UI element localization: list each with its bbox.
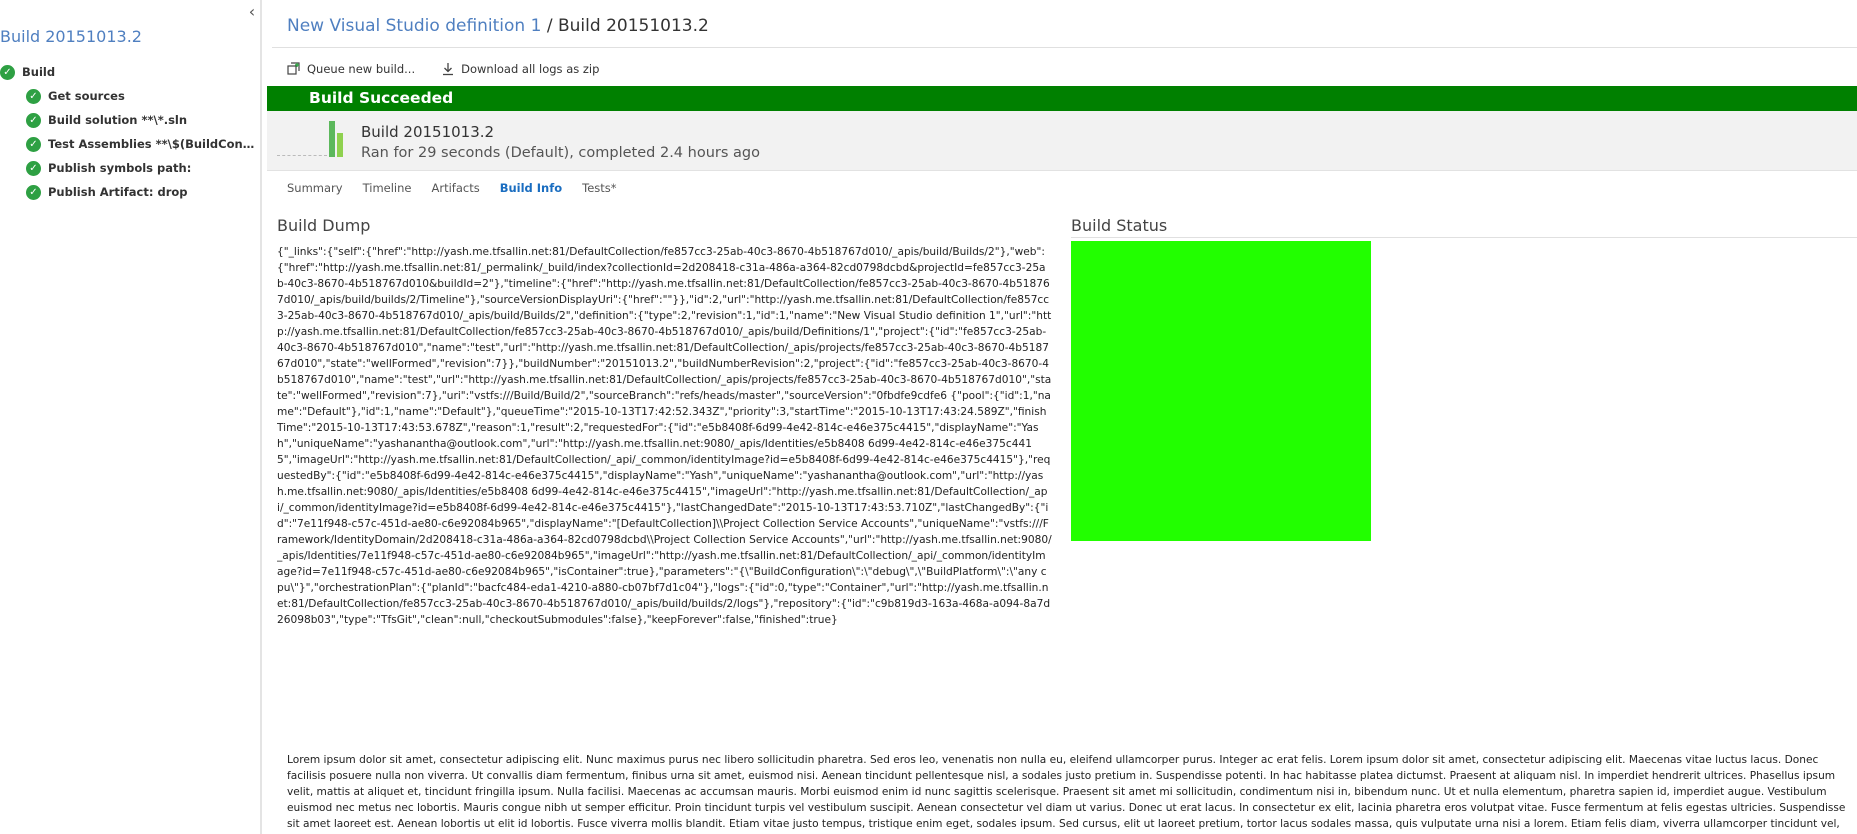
tree-item-step[interactable]: ✓ Publish symbols path: xyxy=(0,156,260,180)
success-check-icon: ✓ xyxy=(26,184,41,200)
build-duration-bars-icon xyxy=(327,121,347,157)
breadcrumb-separator: / xyxy=(541,16,558,36)
tab-build-info[interactable]: Build Info xyxy=(500,181,562,195)
tab-summary[interactable]: Summary xyxy=(287,181,343,195)
toolbar: Queue new build... Download all logs as … xyxy=(287,60,625,78)
tab-tests[interactable]: Tests* xyxy=(582,181,616,195)
success-check-icon: ✓ xyxy=(26,136,41,152)
main-content: New Visual Studio definition 1 / Build 2… xyxy=(264,0,1857,834)
section-divider xyxy=(1071,237,1857,238)
build-dump-json: {"_links":{"self":{"href":"http://yash.m… xyxy=(277,246,1052,626)
queue-new-build-label: Queue new build... xyxy=(307,62,416,76)
build-steps-panel: ‹ Build 20151013.2 ✓ Build ✓ Get sources… xyxy=(0,0,262,834)
tree-item-step[interactable]: ✓ Test Assemblies **\$(BuildConfigur... xyxy=(0,132,260,156)
success-check-icon: ✓ xyxy=(26,88,41,104)
download-icon xyxy=(441,62,455,76)
header-divider xyxy=(272,47,1857,48)
tree-item-step[interactable]: ✓ Get sources xyxy=(0,84,260,108)
queue-new-build-button[interactable]: Queue new build... xyxy=(287,62,415,76)
download-logs-button[interactable]: Download all logs as zip xyxy=(441,62,599,76)
build-summary: Build 20151013.2 Ran for 29 seconds (Def… xyxy=(267,111,1857,171)
build-step-tree: ✓ Build ✓ Get sources ✓ Build solution *… xyxy=(0,60,260,204)
success-check-icon: ✓ xyxy=(0,64,15,80)
collapse-panel-icon[interactable]: ‹ xyxy=(244,2,260,22)
build-status-bar: Build Succeeded xyxy=(267,86,1857,111)
tree-item-label: Publish Artifact: drop xyxy=(48,185,188,199)
tab-artifacts[interactable]: Artifacts xyxy=(431,181,479,195)
queue-build-icon xyxy=(287,62,301,76)
lorem-paragraph: Lorem ipsum dolor sit amet, consectetur … xyxy=(287,754,1846,830)
timeline-dash xyxy=(277,155,327,156)
tab-timeline[interactable]: Timeline xyxy=(363,181,412,195)
summary-build-number: Build 20151013.2 xyxy=(361,123,495,141)
download-logs-label: Download all logs as zip xyxy=(461,62,600,76)
tree-item-label: Build xyxy=(22,65,56,79)
build-tabs: Summary Timeline Artifacts Build Info Te… xyxy=(287,181,637,195)
success-check-icon: ✓ xyxy=(26,112,41,128)
tree-item-label: Get sources xyxy=(48,89,125,103)
breadcrumb-definition-link[interactable]: New Visual Studio definition 1 xyxy=(287,16,541,36)
breadcrumb: New Visual Studio definition 1 / Build 2… xyxy=(287,16,709,36)
tree-item-label: Test Assemblies **\$(BuildConfigur... xyxy=(48,137,260,151)
build-status-title: Build Status xyxy=(1071,216,1168,235)
success-check-icon: ✓ xyxy=(26,160,41,176)
tree-item-label: Publish symbols path: xyxy=(48,161,192,175)
build-dump-title: Build Dump xyxy=(277,216,371,235)
build-status-text: Build Succeeded xyxy=(309,89,454,107)
tree-item-label: Build solution **\*.sln xyxy=(48,113,188,127)
breadcrumb-build: Build 20151013.2 xyxy=(557,16,709,36)
build-title[interactable]: Build 20151013.2 xyxy=(0,27,142,46)
tree-item-step[interactable]: ✓ Build solution **\*.sln xyxy=(0,108,260,132)
build-status-indicator xyxy=(1071,241,1371,541)
summary-run-details: Ran for 29 seconds (Default), completed … xyxy=(361,145,760,161)
tree-item-step[interactable]: ✓ Publish Artifact: drop xyxy=(0,180,260,204)
tree-item-build[interactable]: ✓ Build xyxy=(0,60,260,84)
